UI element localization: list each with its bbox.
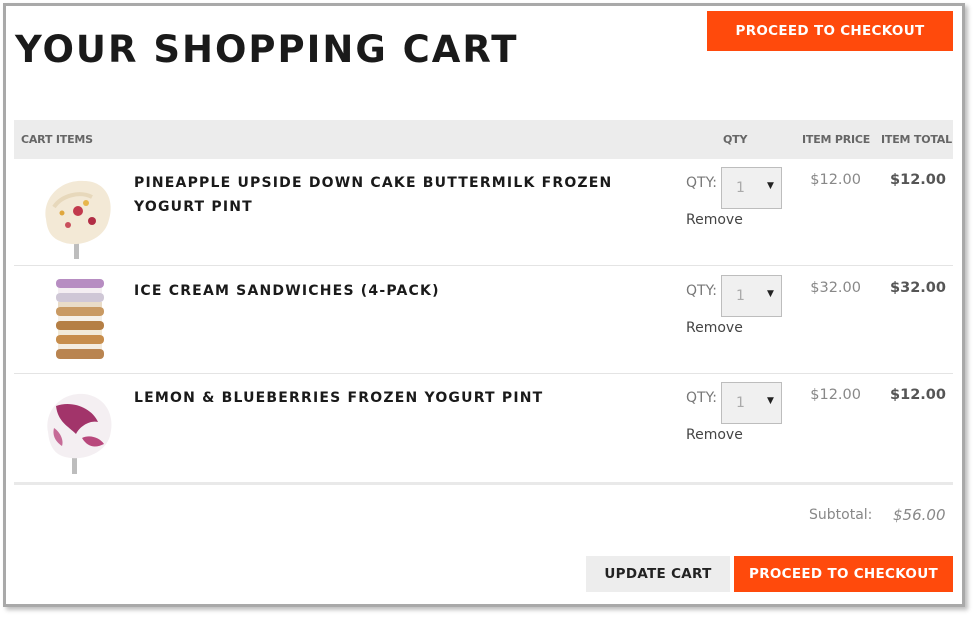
divider: [14, 482, 953, 485]
cart-table-header: CART ITEMS QTY ITEM PRICE ITEM TOTAL: [14, 120, 953, 159]
qty-select[interactable]: 1 ▼: [721, 382, 782, 424]
chevron-down-icon: ▼: [767, 181, 774, 191]
qty-select[interactable]: 1 ▼: [721, 275, 782, 317]
cart-row: ICE CREAM SANDWICHES (4-PACK) QTY: 1 ▼ R…: [14, 267, 953, 374]
proceed-to-checkout-button-bottom[interactable]: PROCEED TO CHECKOUT: [734, 556, 953, 592]
remove-link[interactable]: Remove: [686, 320, 743, 336]
item-price: $32.00: [810, 280, 861, 296]
item-total: $12.00: [890, 387, 946, 403]
column-header-qty: QTY: [723, 133, 748, 146]
product-image-lemon-blueberry-frozen-yogurt: [47, 393, 112, 474]
cart-row: LEMON & BLUEBERRIES FROZEN YOGURT PINT Q…: [14, 374, 953, 481]
cart-row: PINEAPPLE UPSIDE DOWN CAKE BUTTERMILK FR…: [14, 159, 953, 266]
column-header-cart-items: CART ITEMS: [21, 133, 93, 146]
page-title: YOUR SHOPPING CART: [15, 28, 519, 71]
qty-value: 1: [736, 180, 745, 196]
qty-label: QTY:: [686, 390, 717, 406]
product-name[interactable]: ICE CREAM SANDWICHES (4-PACK): [134, 279, 654, 303]
qty-label: QTY:: [686, 175, 717, 191]
product-image-pineapple-frozen-yogurt: [45, 180, 111, 259]
qty-select[interactable]: 1 ▼: [721, 167, 782, 209]
remove-link[interactable]: Remove: [686, 427, 743, 443]
product-name[interactable]: PINEAPPLE UPSIDE DOWN CAKE BUTTERMILK FR…: [134, 171, 654, 219]
item-total: $32.00: [890, 280, 946, 296]
qty-label: QTY:: [686, 283, 717, 299]
remove-link[interactable]: Remove: [686, 212, 743, 228]
chevron-down-icon: ▼: [767, 396, 774, 406]
product-image-ice-cream-sandwiches: [56, 279, 104, 359]
subtotal-label: Subtotal:: [809, 507, 873, 523]
subtotal-value: $56.00: [893, 506, 946, 524]
qty-value: 1: [736, 288, 745, 304]
cart-page: YOUR SHOPPING CART PROCEED TO CHECKOUT C…: [3, 3, 965, 607]
update-cart-button[interactable]: UPDATE CART: [586, 556, 730, 592]
item-price: $12.00: [810, 172, 861, 188]
product-name[interactable]: LEMON & BLUEBERRIES FROZEN YOGURT PINT: [134, 386, 654, 410]
item-total: $12.00: [890, 172, 946, 188]
column-header-item-price: ITEM PRICE: [802, 133, 871, 146]
chevron-down-icon: ▼: [767, 289, 774, 299]
column-header-item-total: ITEM TOTAL: [881, 133, 952, 146]
proceed-to-checkout-button-top[interactable]: PROCEED TO CHECKOUT: [707, 11, 953, 51]
qty-value: 1: [736, 395, 745, 411]
item-price: $12.00: [810, 387, 861, 403]
